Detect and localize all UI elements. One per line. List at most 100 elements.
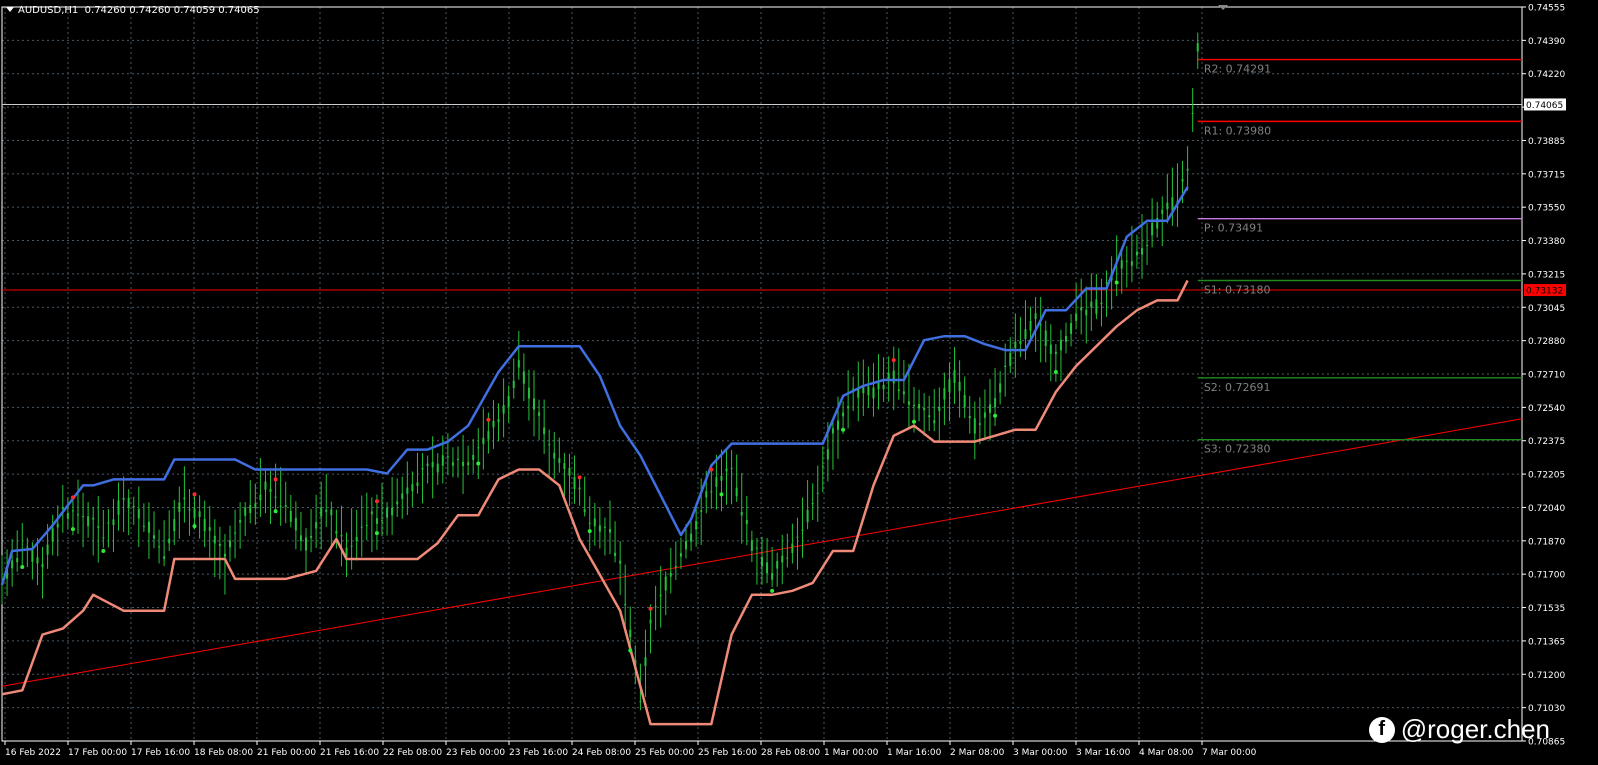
- signal-dot-red: [273, 477, 278, 482]
- signal-dot-green: [770, 588, 775, 593]
- candle-body: [305, 537, 307, 551]
- candle-body: [725, 468, 728, 472]
- candle-body: [406, 487, 409, 494]
- candle-body: [1130, 261, 1133, 266]
- candle-body: [1166, 202, 1169, 210]
- candle-body: [583, 509, 586, 512]
- candle-body: [918, 404, 921, 409]
- signal-dot-red: [486, 417, 491, 422]
- candle-body: [502, 405, 505, 414]
- candle-body: [973, 418, 976, 434]
- candle-body: [122, 497, 125, 500]
- candle-body: [325, 509, 328, 512]
- signal-dot-green: [273, 509, 278, 514]
- candle-body: [685, 541, 687, 550]
- candle-body: [968, 415, 971, 419]
- candle-body: [254, 503, 257, 508]
- candle-body: [958, 381, 961, 391]
- candle-body: [1004, 365, 1007, 367]
- candle-body: [766, 562, 769, 574]
- candle-body: [821, 465, 824, 467]
- candle-body: [730, 467, 733, 469]
- candle-body: [396, 501, 399, 505]
- x-tick-label: 17 Feb 16:00: [131, 748, 190, 758]
- y-tick-label: 0.73550: [1528, 204, 1565, 214]
- candle-body: [1151, 222, 1154, 236]
- symbol-timeframe: AUDUSD,H1: [18, 5, 79, 16]
- candle-body: [963, 394, 966, 408]
- x-tick-label: 16 Feb 2022: [5, 748, 61, 758]
- candle-body: [320, 507, 323, 517]
- x-tick-label: 21 Feb 16:00: [320, 748, 379, 758]
- candle-body: [1141, 248, 1143, 255]
- candle-body: [948, 379, 951, 393]
- lower-band-line: [1, 279, 1189, 726]
- candle-body: [913, 405, 915, 407]
- signal-dot-green: [993, 413, 998, 418]
- signal-dot-green: [374, 531, 379, 536]
- candle-body: [249, 504, 252, 514]
- y-tick-label: 0.71700: [1528, 571, 1565, 581]
- candle-body: [41, 563, 44, 568]
- candle-body: [1059, 339, 1062, 351]
- candle-body: [897, 389, 900, 392]
- x-tick-label: 4 Mar 08:00: [1139, 748, 1194, 758]
- price-chart[interactable]: 0.74555 0.74390 0.74220 0.74065 0.73885 0.737…: [0, 0, 1598, 761]
- candle-body: [274, 496, 277, 498]
- candle-body: [669, 572, 672, 577]
- signal-dot-red: [891, 358, 896, 363]
- candle-body: [857, 388, 860, 398]
- signal-dot-green: [628, 648, 633, 653]
- signal-dot-green: [20, 564, 25, 569]
- candle-body: [153, 535, 155, 539]
- candle-body: [188, 509, 191, 511]
- signal-dot-red: [374, 499, 379, 504]
- candle-body: [563, 463, 566, 470]
- candle-body: [51, 528, 54, 542]
- y-tick-label: 0.72880: [1528, 337, 1565, 347]
- signal-dot-green: [1114, 280, 1119, 285]
- candle-body: [436, 463, 439, 473]
- candle-body: [234, 532, 237, 534]
- x-tick-label: 25 Feb 00:00: [635, 748, 694, 758]
- candle-body: [178, 502, 181, 512]
- candle-body: [1024, 329, 1027, 339]
- candle-body: [994, 398, 997, 408]
- candle-body: [1019, 340, 1022, 345]
- candle-body: [1090, 301, 1093, 308]
- candle-body: [700, 510, 703, 512]
- candle-body: [208, 527, 211, 531]
- candle-body: [299, 535, 302, 542]
- x-tick-label: 22 Feb 08:00: [383, 748, 442, 758]
- candle-body: [421, 468, 424, 470]
- candle-body: [847, 406, 850, 409]
- candle-body: [401, 493, 404, 499]
- candle-body: [578, 487, 581, 490]
- candle-body: [77, 514, 79, 516]
- candle-body: [902, 391, 905, 395]
- x-tick-label: 2 Mar 08:00: [950, 748, 1005, 758]
- candle-body: [203, 518, 206, 532]
- signal-dot-red: [192, 492, 197, 497]
- candle-body: [695, 521, 698, 530]
- candle-body: [989, 404, 991, 413]
- chart-container: AUDUSD,H1 0.74260 0.74260 0.74059 0.7406…: [0, 0, 1598, 761]
- candle-body: [877, 382, 880, 390]
- candle-body: [624, 604, 627, 606]
- candle-body: [720, 475, 723, 481]
- candle-body: [943, 388, 946, 400]
- dropdown-arrow-icon[interactable]: [6, 7, 14, 12]
- candle-body: [664, 576, 667, 591]
- candle-body: [1191, 112, 1194, 114]
- candle-body: [223, 553, 226, 557]
- candle-body: [1014, 341, 1017, 349]
- candle-body: [381, 520, 383, 522]
- candle-body: [781, 555, 784, 563]
- signal-dot-red: [577, 475, 582, 480]
- signal-dot-green: [70, 527, 75, 532]
- candle-body: [457, 459, 459, 461]
- candle-body: [674, 566, 677, 568]
- candle-body: [289, 510, 292, 522]
- y-tick-label: 0.73715: [1528, 170, 1565, 180]
- x-tick-label: 28 Feb 08:00: [761, 748, 820, 758]
